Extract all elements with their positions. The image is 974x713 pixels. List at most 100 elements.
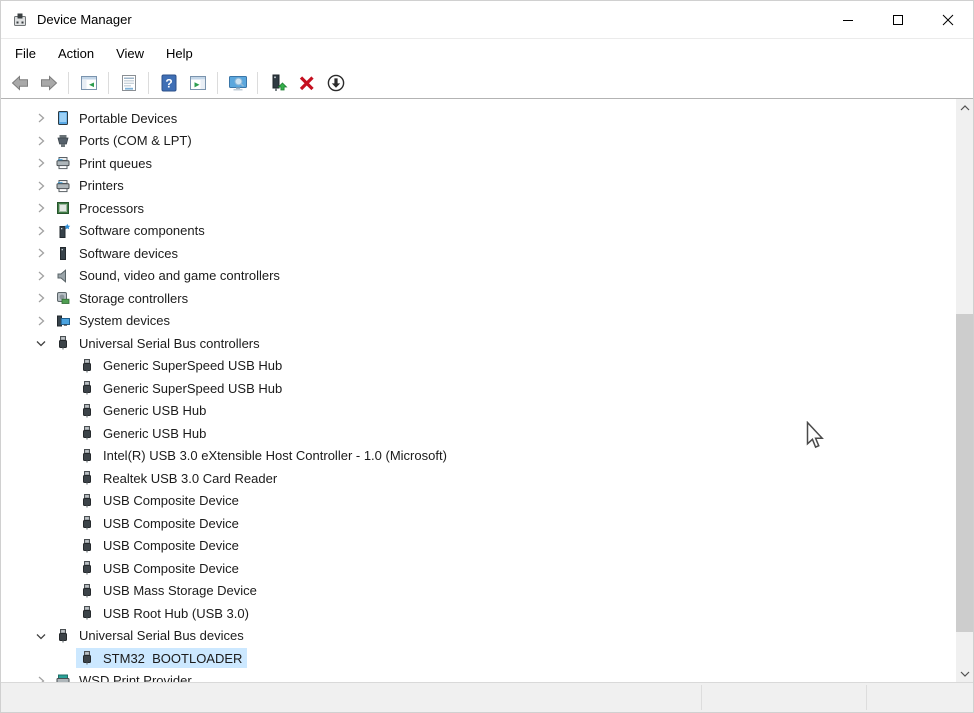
maximize-button[interactable] (873, 1, 923, 38)
uninstall-button[interactable] (292, 70, 321, 96)
tree-item-print-queues[interactable]: Print queues (1, 152, 956, 175)
tree-item-generic-usb-hub[interactable]: Generic USB Hub (1, 422, 956, 445)
tree-item-content[interactable]: STM32 BOOTLOADER (76, 648, 247, 668)
properties-button[interactable] (114, 70, 143, 96)
tree-item-content[interactable]: USB Composite Device (76, 491, 244, 511)
action-pane-button[interactable] (183, 70, 212, 96)
usb-icon (79, 605, 95, 621)
tree-item-portable-devices[interactable]: Portable Devices (1, 107, 956, 130)
tree-item-content[interactable]: USB Mass Storage Device (76, 581, 262, 601)
tree-item-label: System devices (79, 313, 170, 328)
chevron-right-icon[interactable] (33, 178, 49, 194)
tree-item-content[interactable]: Generic SuperSpeed USB Hub (76, 378, 287, 398)
device-tree: Portable Devices Ports (COM & LPT)Print q… (1, 99, 956, 682)
minimize-button[interactable] (823, 1, 873, 38)
disable-device-button[interactable] (321, 70, 350, 96)
chevron-right-icon[interactable] (33, 245, 49, 261)
chevron-right-icon[interactable] (33, 133, 49, 149)
chevron-right-icon[interactable] (33, 200, 49, 216)
scrollbar-thumb[interactable] (956, 314, 973, 632)
chevron-right-icon[interactable] (33, 110, 49, 126)
tree-item-content[interactable]: Processors (52, 198, 149, 218)
tree-item-ports-com-lpt[interactable]: Ports (COM & LPT) (1, 130, 956, 153)
title-bar: Device Manager (1, 1, 973, 39)
update-driver-button[interactable] (263, 70, 292, 96)
tree-item-generic-superspeed-usb-hub[interactable]: Generic SuperSpeed USB Hub (1, 355, 956, 378)
tree-item-content[interactable]: Generic SuperSpeed USB Hub (76, 356, 287, 376)
tree-item-content[interactable]: Generic USB Hub (76, 401, 211, 421)
tree-item-software-devices[interactable]: Software devices (1, 242, 956, 265)
tree-item-usb-composite-device[interactable]: USB Composite Device (1, 557, 956, 580)
tree-item-label: USB Composite Device (103, 493, 239, 508)
tree-item-usb-mass-storage-device[interactable]: USB Mass Storage Device (1, 580, 956, 603)
forward-icon (39, 73, 59, 93)
tree-item-content[interactable]: Universal Serial Bus controllers (52, 333, 265, 353)
software-device-icon (55, 245, 71, 261)
tree-item-usb-composite-device[interactable]: USB Composite Device (1, 535, 956, 558)
tree-item-printers[interactable]: Printers (1, 175, 956, 198)
help-button[interactable]: ? (154, 70, 183, 96)
chevron-spacer (57, 560, 73, 576)
back-button[interactable] (5, 70, 34, 96)
tree-item-storage-controllers[interactable]: Storage controllers (1, 287, 956, 310)
tree-item-intel-r-usb-3-0-extensible-host-controller-1-0-microsoft[interactable]: Intel(R) USB 3.0 eXtensible Host Control… (1, 445, 956, 468)
chevron-spacer (57, 425, 73, 441)
tree-item-software-components[interactable]: Software components (1, 220, 956, 243)
tree-item-realtek-usb-3-0-card-reader[interactable]: Realtek USB 3.0 Card Reader (1, 467, 956, 490)
tree-item-content[interactable]: Print queues (52, 153, 157, 173)
scroll-up-button[interactable] (956, 99, 973, 116)
menu-action[interactable]: Action (47, 42, 105, 65)
tree-item-wsd-print-provider[interactable]: WSD Print Provider (1, 670, 956, 683)
tree-item-label: Software components (79, 223, 205, 238)
usb-icon (79, 425, 95, 441)
tree-item-generic-superspeed-usb-hub[interactable]: Generic SuperSpeed USB Hub (1, 377, 956, 400)
chevron-down-icon[interactable] (33, 628, 49, 644)
tree-item-content[interactable]: Realtek USB 3.0 Card Reader (76, 468, 282, 488)
tree-item-content[interactable]: System devices (52, 311, 175, 331)
software-component-icon (55, 223, 71, 239)
menu-file[interactable]: File (4, 42, 47, 65)
scan-hardware-button[interactable] (223, 70, 252, 96)
tree-item-usb-composite-device[interactable]: USB Composite Device (1, 512, 956, 535)
tree-item-system-devices[interactable]: System devices (1, 310, 956, 333)
tree-item-usb-root-hub-usb-3-0[interactable]: USB Root Hub (USB 3.0) (1, 602, 956, 625)
forward-button[interactable] (34, 70, 63, 96)
show-console-tree-button[interactable] (74, 70, 103, 96)
tree-item-universal-serial-bus-devices[interactable]: Universal Serial Bus devices (1, 625, 956, 648)
tree-item-content[interactable]: Ports (COM & LPT) (52, 131, 197, 151)
chevron-spacer (57, 583, 73, 599)
chevron-down-icon[interactable] (33, 335, 49, 351)
tree-item-content[interactable]: Software devices (52, 243, 183, 263)
tree-item-content[interactable]: Storage controllers (52, 288, 193, 308)
tree-item-content[interactable]: Software components (52, 221, 210, 241)
tree-item-content[interactable]: Generic USB Hub (76, 423, 211, 443)
tree-item-content[interactable]: WSD Print Provider (52, 671, 197, 682)
tree-item-universal-serial-bus-controllers[interactable]: Universal Serial Bus controllers (1, 332, 956, 355)
chevron-right-icon[interactable] (33, 268, 49, 284)
tree-item-content[interactable]: USB Composite Device (76, 536, 244, 556)
tree-item-content[interactable]: Printers (52, 176, 129, 196)
tree-item-stm32-bootloader[interactable]: STM32 BOOTLOADER (1, 647, 956, 670)
chevron-right-icon[interactable] (33, 223, 49, 239)
tree-item-processors[interactable]: Processors (1, 197, 956, 220)
chevron-right-icon[interactable] (33, 673, 49, 682)
tree-item-sound-video-and-game-controllers[interactable]: Sound, video and game controllers (1, 265, 956, 288)
tree-item-content[interactable]: Intel(R) USB 3.0 eXtensible Host Control… (76, 446, 452, 466)
tree-item-content[interactable]: Portable Devices (52, 108, 182, 128)
chevron-right-icon[interactable] (33, 290, 49, 306)
tree-item-label: WSD Print Provider (79, 673, 192, 682)
tree-item-content[interactable]: USB Composite Device (76, 513, 244, 533)
tree-item-content[interactable]: USB Root Hub (USB 3.0) (76, 603, 254, 623)
close-button[interactable] (923, 1, 973, 38)
tree-item-usb-composite-device[interactable]: USB Composite Device (1, 490, 956, 513)
chevron-right-icon[interactable] (33, 313, 49, 329)
scroll-down-button[interactable] (956, 665, 973, 682)
vertical-scrollbar[interactable] (956, 99, 973, 682)
menu-help[interactable]: Help (155, 42, 204, 65)
tree-item-content[interactable]: Universal Serial Bus devices (52, 626, 249, 646)
tree-item-content[interactable]: Sound, video and game controllers (52, 266, 285, 286)
tree-item-generic-usb-hub[interactable]: Generic USB Hub (1, 400, 956, 423)
tree-item-content[interactable]: USB Composite Device (76, 558, 244, 578)
chevron-right-icon[interactable] (33, 155, 49, 171)
menu-view[interactable]: View (105, 42, 155, 65)
